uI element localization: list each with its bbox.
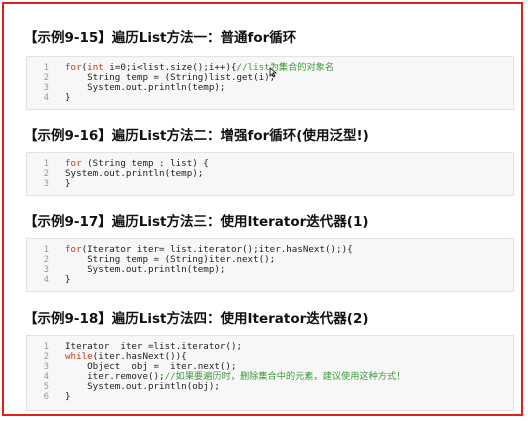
line-number: 1 (43, 245, 49, 255)
line-number: 3 (43, 83, 49, 93)
line-number: 1 (43, 342, 49, 352)
example-9-18-title: 【示例9-18】遍历List方法四：使用Iterator迭代器(2) (24, 311, 369, 327)
code-line: } (65, 392, 405, 402)
line-number: 5 (43, 382, 49, 392)
code-line: System.out.println(temp); (65, 83, 334, 93)
line-number-gutter: 123456 (27, 336, 57, 410)
code-lines: for (String temp : list) {System.out.pri… (65, 159, 209, 189)
line-number: 4 (43, 93, 49, 103)
code-lines: for(int i=0;i<list.size();i++){//list为集合… (65, 63, 334, 103)
code-text: } (65, 391, 71, 402)
example-9-15-title: 【示例9-15】遍历List方法一：普通for循环 (24, 30, 297, 46)
code-text: System.out.println(temp); (65, 168, 204, 179)
code-block-9-17: 1234 for(Iterator iter= list.iterator();… (26, 238, 514, 292)
line-number: 3 (43, 265, 49, 275)
code-lines: for(Iterator iter= list.iterator();iter.… (65, 245, 353, 285)
line-number: 1 (43, 159, 49, 169)
code-line: } (65, 275, 353, 285)
code-text: System.out.println(temp); (65, 264, 226, 275)
code-lines: Iterator iter =list.iterator(); while(ite… (65, 342, 405, 402)
code-block-9-16: 123 for (String temp : list) {System.out… (26, 152, 514, 196)
code-text: System.out.println(obj); (65, 381, 220, 392)
example-9-16-title: 【示例9-16】遍历List方法二：增强for循环(使用泛型!) (24, 128, 369, 144)
line-number-gutter: 1234 (27, 239, 57, 291)
line-number: 6 (43, 392, 49, 402)
line-number: 2 (43, 255, 49, 265)
code-line: } (65, 179, 209, 189)
code-line: System.out.println(temp); (65, 265, 353, 275)
code-line: System.out.println(obj); (65, 382, 405, 392)
line-number-gutter: 1234 (27, 57, 57, 109)
example-9-17-title: 【示例9-17】遍历List方法三：使用Iterator迭代器(1) (24, 214, 369, 230)
line-number: 4 (43, 275, 49, 285)
code-line: System.out.println(temp); (65, 169, 209, 179)
code-text: } (65, 178, 71, 189)
code-block-9-18: 123456 Iterator iter =list.iterator(); wh… (26, 335, 514, 411)
line-number: 2 (43, 169, 49, 179)
text-cursor-icon (269, 67, 278, 78)
code-text: System.out.println(temp); (65, 82, 226, 93)
line-number: 3 (43, 362, 49, 372)
code-block-9-15: 1234 for(int i=0;i<list.size();i++){//li… (26, 56, 514, 110)
line-number: 2 (43, 352, 49, 362)
line-number-gutter: 123 (27, 153, 57, 195)
line-number: 3 (43, 179, 49, 189)
code-line: } (65, 93, 334, 103)
line-number: 2 (43, 73, 49, 83)
line-number: 4 (43, 372, 49, 382)
code-text: } (65, 274, 71, 285)
code-text: } (65, 92, 71, 103)
line-number: 1 (43, 63, 49, 73)
